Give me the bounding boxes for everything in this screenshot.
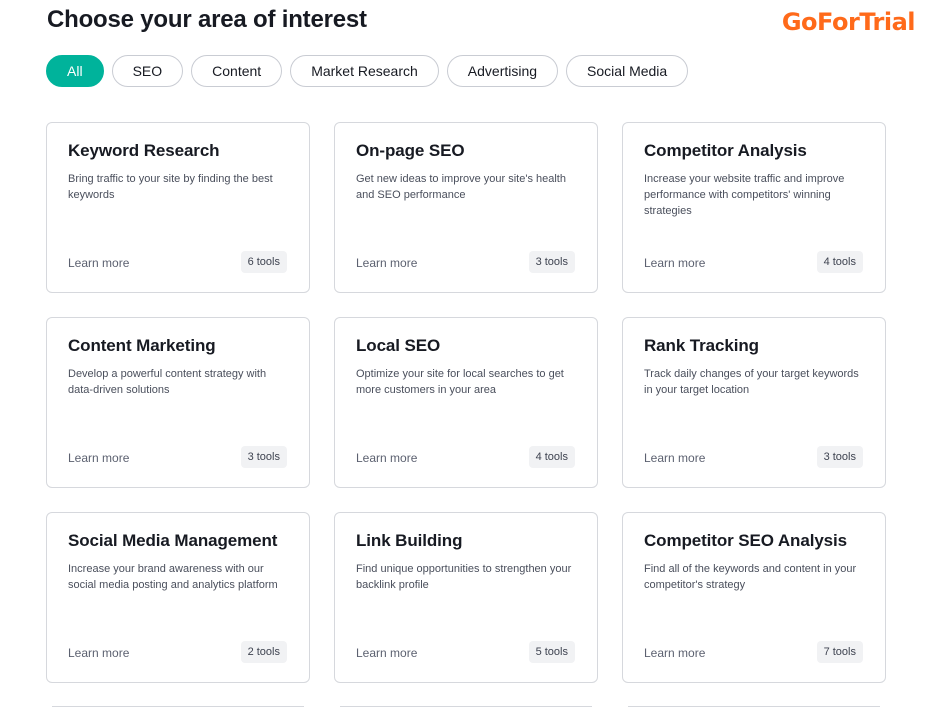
learn-more-link[interactable]: Learn more	[644, 256, 705, 270]
filter-chip-social-media[interactable]: Social Media	[566, 55, 689, 87]
card-title: Local SEO	[356, 336, 441, 355]
filter-chip-seo[interactable]: SEO	[111, 55, 184, 87]
learn-more-link[interactable]: Learn more	[644, 451, 705, 465]
card-content-marketing[interactable]: Content Marketing Develop a powerful con…	[46, 317, 310, 488]
tools-count-badge: 7 tools	[816, 641, 863, 663]
card-description: Find unique opportunities to strengthen …	[356, 563, 572, 591]
card-link-building[interactable]: Link Building Find unique opportunities …	[334, 512, 598, 683]
card-title: Competitor Analysis	[644, 141, 807, 160]
page-title: Choose your area of interest	[47, 6, 367, 33]
learn-more-link[interactable]: Learn more	[68, 451, 129, 465]
tools-count-badge: 2 tools	[240, 641, 287, 663]
card-description: Bring traffic to your site by finding th…	[68, 173, 273, 201]
card-description: Optimize your site for local searches to…	[356, 368, 564, 396]
filter-chip-all[interactable]: All	[46, 55, 104, 87]
card-title: Rank Tracking	[644, 336, 759, 355]
card-social-media-management[interactable]: Social Media Management Increase your br…	[46, 512, 310, 683]
card-title: Content Marketing	[68, 336, 216, 355]
learn-more-link[interactable]: Learn more	[644, 646, 705, 660]
card-competitor-analysis[interactable]: Competitor Analysis Increase your websit…	[622, 122, 886, 293]
card-description: Get new ideas to improve your site's hea…	[356, 173, 566, 201]
learn-more-link[interactable]: Learn more	[356, 451, 417, 465]
tools-count-badge: 3 tools	[816, 446, 863, 468]
tools-count-badge: 4 tools	[528, 446, 575, 468]
filter-chip-group: All SEO Content Market Research Advertis…	[46, 55, 689, 87]
filter-chip-content[interactable]: Content	[191, 55, 283, 87]
card-keyword-research[interactable]: Keyword Research Bring traffic to your s…	[46, 122, 310, 293]
tools-count-badge: 3 tools	[528, 251, 575, 273]
card-title: On-page SEO	[356, 141, 465, 160]
card-title: Link Building	[356, 531, 463, 550]
learn-more-link[interactable]: Learn more	[356, 256, 417, 270]
card-description: Increase your brand awareness with our s…	[68, 563, 278, 591]
learn-more-link[interactable]: Learn more	[356, 646, 417, 660]
card-local-seo[interactable]: Local SEO Optimize your site for local s…	[334, 317, 598, 488]
tools-count-badge: 5 tools	[528, 641, 575, 663]
card-rank-tracking[interactable]: Rank Tracking Track daily changes of you…	[622, 317, 886, 488]
tools-count-badge: 4 tools	[816, 251, 863, 273]
card-description: Develop a powerful content strategy with…	[68, 368, 267, 396]
card-description: Find all of the keywords and content in …	[644, 563, 857, 591]
card-title: Competitor SEO Analysis	[644, 531, 848, 550]
card-competitor-seo-analysis[interactable]: Competitor SEO Analysis Find all of the …	[622, 512, 886, 683]
card-description: Increase your website traffic and improv…	[644, 173, 845, 217]
filter-chip-market-research[interactable]: Market Research	[290, 55, 439, 87]
filter-chip-advertising[interactable]: Advertising	[446, 55, 559, 87]
tools-count-badge: 6 tools	[240, 251, 287, 273]
card-title: Social Media Management	[68, 531, 278, 550]
gofortrial-watermark-logo: GoForTrial	[781, 8, 916, 36]
tools-count-badge: 3 tools	[240, 446, 287, 468]
page: Choose your area of interest GoForTrial …	[0, 0, 935, 708]
area-card-grid: Keyword Research Bring traffic to your s…	[46, 122, 886, 683]
card-title: Keyword Research	[68, 141, 220, 160]
learn-more-link[interactable]: Learn more	[68, 646, 129, 660]
card-on-page-seo[interactable]: On-page SEO Get new ideas to improve you…	[334, 122, 598, 293]
card-description: Track daily changes of your target keywo…	[644, 368, 859, 396]
learn-more-link[interactable]: Learn more	[68, 256, 129, 270]
